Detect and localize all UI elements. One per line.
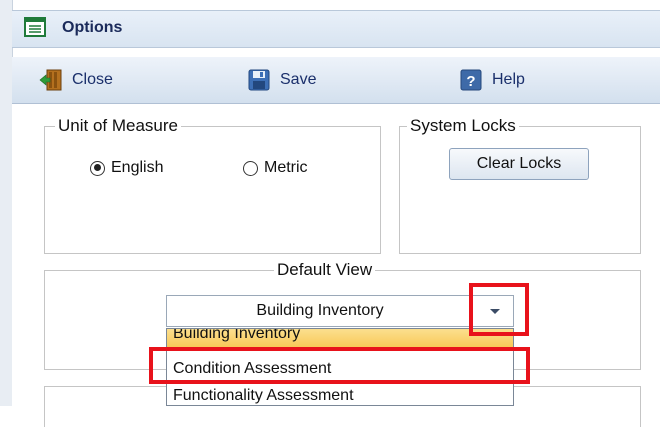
options-window-icon [24, 17, 46, 37]
help-question-icon: ? [460, 69, 482, 91]
english-radio[interactable]: English [90, 159, 163, 177]
english-label: English [111, 159, 164, 176]
help-button[interactable]: ? Help [458, 63, 525, 97]
default-view-select[interactable]: Building Inventory [166, 295, 514, 327]
save-label: Save [280, 71, 317, 88]
default-view-selected-value: Building Inventory [256, 302, 384, 319]
dropdown-option-condition-assessment[interactable]: Condition Assessment [167, 356, 513, 382]
window-title: Options [62, 19, 123, 36]
english-radio-button[interactable] [90, 160, 105, 176]
metric-label: Metric [264, 159, 308, 176]
metric-radio[interactable]: Metric [243, 159, 308, 177]
close-door-icon [39, 69, 62, 91]
close-button[interactable]: Close [38, 63, 113, 97]
metric-radio-button[interactable] [243, 160, 258, 176]
dropdown-option-functionality-assessment[interactable]: Functionality Assessment [167, 383, 513, 405]
save-button[interactable]: Save [246, 63, 316, 97]
default-view-legend: Default View [274, 260, 376, 280]
floppy-disk-icon [248, 69, 270, 91]
system-locks-group [399, 126, 641, 254]
dropdown-toggle[interactable] [478, 297, 512, 325]
svg-text:?: ? [466, 73, 475, 90]
close-label: Close [72, 71, 113, 88]
help-label: Help [492, 71, 525, 88]
clear-locks-label: Clear Locks [476, 155, 562, 172]
unit-of-measure-legend: Unit of Measure [55, 116, 181, 136]
chevron-down-icon [490, 309, 500, 314]
unit-of-measure-group [44, 126, 381, 254]
clear-locks-button[interactable]: Clear Locks [449, 148, 589, 180]
default-view-dropdown-list: Building Inventory Condition Assessment … [166, 328, 514, 406]
dropdown-option-building-inventory[interactable]: Building Inventory [167, 329, 513, 347]
system-locks-legend: System Locks [407, 116, 519, 136]
